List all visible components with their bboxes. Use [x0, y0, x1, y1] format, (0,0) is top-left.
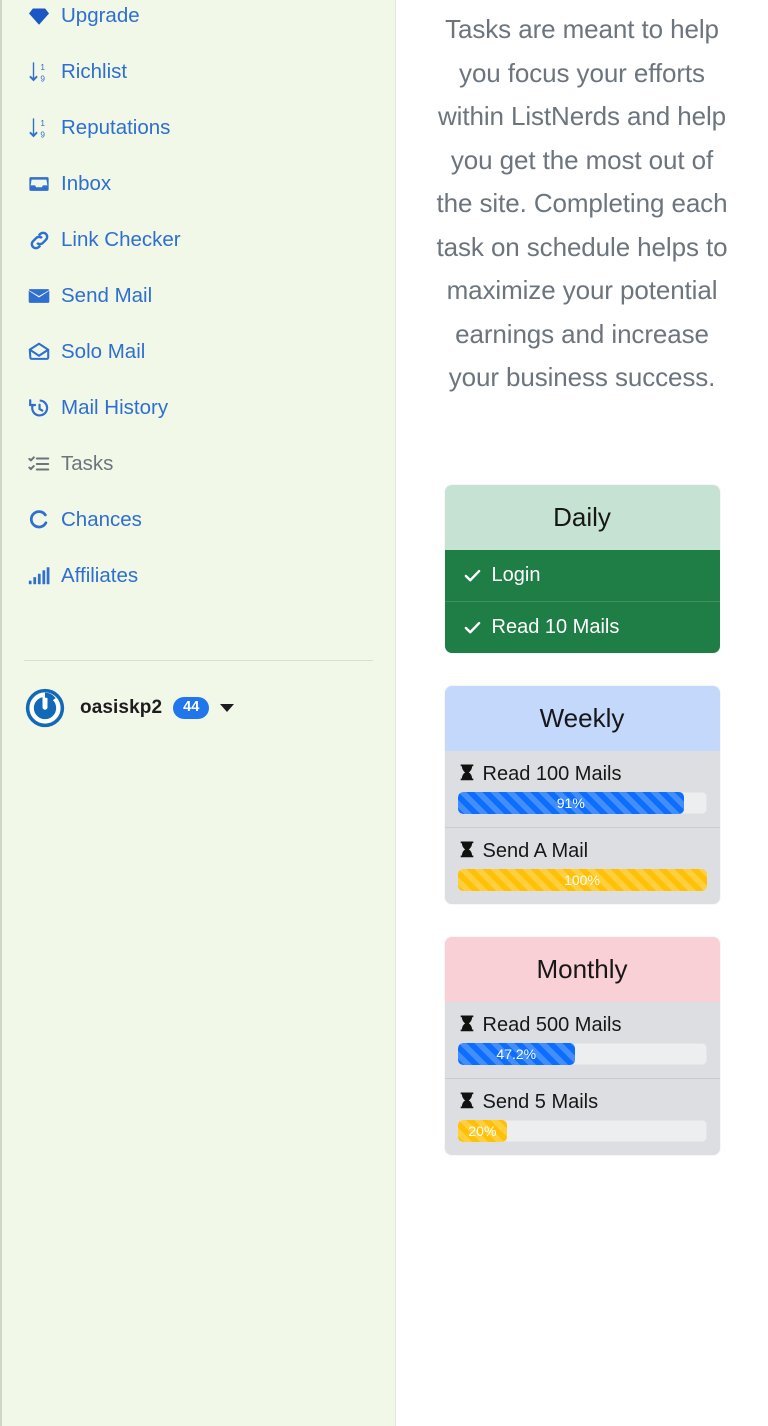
sidebar-item-label: Upgrade — [61, 3, 140, 27]
envelope-icon — [26, 284, 52, 308]
progress-track: 100% — [457, 868, 707, 891]
page-root: Upgrade 1 9 Richlist 1 9 Reputations Inb… — [0, 0, 768, 1426]
task-row: Login — [444, 549, 720, 602]
task-row: Read 500 Mails 47.2% — [444, 1001, 720, 1079]
progress-bar: 91% — [457, 791, 685, 814]
sidebar-item-upgrade[interactable]: Upgrade — [2, 0, 395, 44]
sidebar-item-reputations[interactable]: 1 9 Reputations — [2, 100, 395, 156]
task-title-row: Send 5 Mails — [458, 1091, 707, 1113]
svg-text:9: 9 — [40, 75, 45, 83]
task-row: Read 10 Mails — [444, 601, 720, 653]
card-body: Read 500 Mails 47.2% Send 5 Mails 20% — [444, 1001, 720, 1155]
card-title: Weekly — [444, 685, 720, 751]
check-icon — [463, 618, 482, 637]
task-card-monthly: Monthly Read 500 Mails 47.2% Send 5 Mail… — [444, 936, 720, 1155]
sidebar-item-label: Affiliates — [61, 563, 139, 587]
sidebar-item-label: Solo Mail — [61, 339, 146, 363]
user-badge: 44 — [173, 697, 210, 719]
task-label: Read 10 Mails — [491, 615, 620, 638]
sidebar-item-mail-history[interactable]: Mail History — [2, 380, 395, 436]
checklist-icon — [26, 452, 52, 476]
hourglass-icon — [458, 840, 476, 862]
task-title-row: Send A Mail — [458, 840, 707, 862]
task-label: Send A Mail — [482, 839, 589, 862]
task-row: Send 5 Mails 20% — [444, 1078, 720, 1155]
sidebar-item-richlist[interactable]: 1 9 Richlist — [2, 44, 395, 100]
svg-text:1: 1 — [40, 63, 45, 72]
card-body: Login Read 10 Mails — [444, 549, 720, 653]
tasks-intro-text: Tasks are meant to help you focus your e… — [436, 14, 728, 392]
progress-bar: 47.2% — [457, 1042, 576, 1065]
sidebar-item-tasks[interactable]: Tasks — [2, 436, 395, 492]
progress-bar: 100% — [457, 868, 707, 891]
sidebar-item-label: Mail History — [61, 395, 169, 419]
sidebar-item-label: Link Checker — [61, 227, 181, 251]
sidebar-item-label: Reputations — [61, 115, 171, 139]
sidebar-item-chances[interactable]: Chances — [2, 492, 395, 548]
bar-chart-icon — [26, 564, 52, 588]
sidebar-item-label: Send Mail — [61, 283, 153, 307]
clock-history-icon — [26, 396, 52, 420]
sidebar-item-label: Inbox — [61, 171, 112, 195]
sidebar-item-label: Chances — [61, 507, 142, 531]
username: oasiskp2 — [80, 697, 163, 718]
sidebar-item-solo-mail[interactable]: Solo Mail — [2, 324, 395, 380]
progress-track: 47.2% — [457, 1042, 707, 1065]
task-title-row: Read 500 Mails — [458, 1014, 707, 1036]
task-row: Send A Mail 100% — [444, 827, 720, 904]
sidebar-item-label: Richlist — [61, 59, 128, 83]
task-label: Read 100 Mails — [482, 762, 622, 785]
task-title-row: Read 100 Mails — [458, 763, 707, 785]
power-circle-avatar — [24, 687, 66, 729]
hourglass-icon — [458, 763, 476, 785]
progress-bar: 20% — [457, 1119, 508, 1142]
sidebar-divider — [24, 660, 373, 661]
sidebar-item-label: Tasks — [61, 451, 114, 475]
arrow-clockwise-c-icon — [26, 508, 52, 532]
sidebar-item-inbox[interactable]: Inbox — [2, 156, 395, 212]
card-title: Daily — [444, 484, 720, 550]
progress-track: 20% — [457, 1119, 707, 1142]
task-card-weekly: Weekly Read 100 Mails 91% Send A Mail 10… — [444, 685, 720, 904]
gem-icon — [26, 4, 52, 28]
hourglass-icon — [458, 1014, 476, 1036]
task-label: Send 5 Mails — [482, 1090, 599, 1113]
hourglass-icon — [458, 1091, 476, 1113]
inbox-icon — [26, 172, 52, 196]
caret-down-icon[interactable] — [220, 704, 235, 712]
task-label: Login — [491, 563, 541, 586]
main-content: Tasks are meant to help you focus your e… — [396, 0, 768, 1426]
progress-track: 91% — [457, 791, 707, 814]
task-card-daily: Daily Login Read 10 Mails — [444, 484, 720, 653]
link-icon — [26, 228, 52, 252]
sidebar-nav: Upgrade 1 9 Richlist 1 9 Reputations Inb… — [2, 0, 395, 604]
sidebar-item-link-checker[interactable]: Link Checker — [2, 212, 395, 268]
svg-text:1: 1 — [40, 119, 45, 128]
sort-down-19-icon: 1 9 — [26, 116, 52, 140]
card-title: Monthly — [444, 936, 720, 1002]
svg-text:9: 9 — [40, 131, 45, 139]
sidebar-item-affiliates[interactable]: Affiliates — [2, 548, 395, 604]
sidebar: Upgrade 1 9 Richlist 1 9 Reputations Inb… — [0, 0, 396, 1426]
task-label: Read 500 Mails — [482, 1013, 622, 1036]
user-menu[interactable]: oasiskp2 44 — [2, 687, 395, 729]
sidebar-item-send-mail[interactable]: Send Mail — [2, 268, 395, 324]
envelope-open-icon — [26, 340, 52, 364]
sort-down-19-icon: 1 9 — [26, 60, 52, 84]
check-icon — [463, 566, 482, 585]
task-row: Read 100 Mails 91% — [444, 750, 720, 828]
card-body: Read 100 Mails 91% Send A Mail 100% — [444, 750, 720, 904]
